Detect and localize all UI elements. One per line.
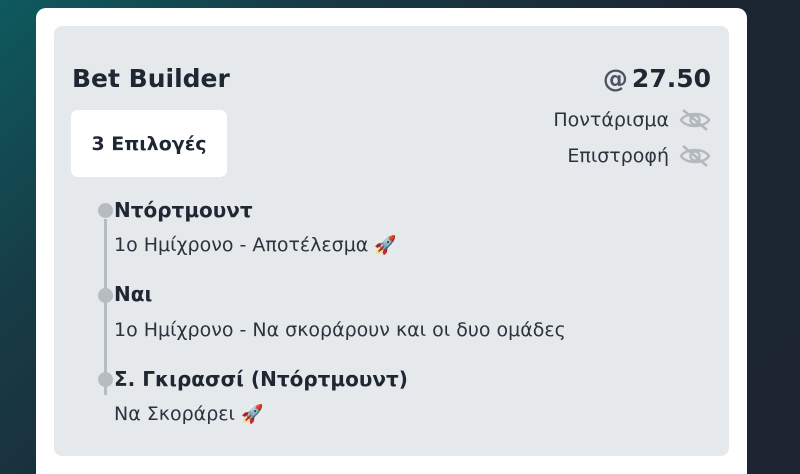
odds-number: 27.50: [631, 64, 711, 93]
bet-title: Bet Builder: [72, 64, 230, 93]
bet-builder-card: Bet Builder @27.50 3 Επιλογές Ποντάρισμα…: [36, 8, 747, 474]
timeline-line: [104, 219, 107, 395]
stake-label: Ποντάρισμα: [553, 109, 669, 131]
timeline-dot: [98, 372, 113, 387]
odds-prefix: @: [602, 64, 628, 93]
eye-off-icon[interactable]: [679, 108, 711, 132]
return-label: Επιστροφή: [567, 145, 669, 167]
timeline-dot: [98, 203, 113, 218]
leg-3-market: Να Σκοράρει 🚀: [114, 403, 263, 425]
rocket-icon: 🚀: [374, 235, 397, 256]
bet-builder-panel: Bet Builder @27.50 3 Επιλογές Ποντάρισμα…: [54, 26, 729, 456]
leg-2-name: Ναι: [114, 282, 153, 306]
selections-count-label: 3 Επιλογές: [91, 132, 207, 155]
timeline-dot: [98, 288, 113, 303]
return-row: Επιστροφή: [567, 144, 711, 168]
stake-row: Ποντάρισμα: [553, 108, 711, 132]
leg-1-market-text: 1ο Ημίχρονο - Αποτέλεσμα: [114, 234, 369, 256]
leg-1-name: Ντόρτμουντ: [114, 198, 253, 222]
leg-3-name: Σ. Γκιρασσί (Ντόρτμουντ): [114, 367, 408, 391]
eye-off-icon[interactable]: [679, 144, 711, 168]
rocket-icon: 🚀: [240, 404, 264, 425]
leg-3-market-text: Να Σκοράρει: [114, 403, 235, 425]
odds-value: @27.50: [603, 64, 711, 93]
leg-2-market: 1ο Ημίχρονο - Να σκοράρουν και οι δυο ομ…: [114, 319, 566, 341]
leg-1-market: 1ο Ημίχρονο - Αποτέλεσμα 🚀: [114, 234, 397, 256]
selections-count-badge[interactable]: 3 Επιλογές: [71, 110, 227, 177]
